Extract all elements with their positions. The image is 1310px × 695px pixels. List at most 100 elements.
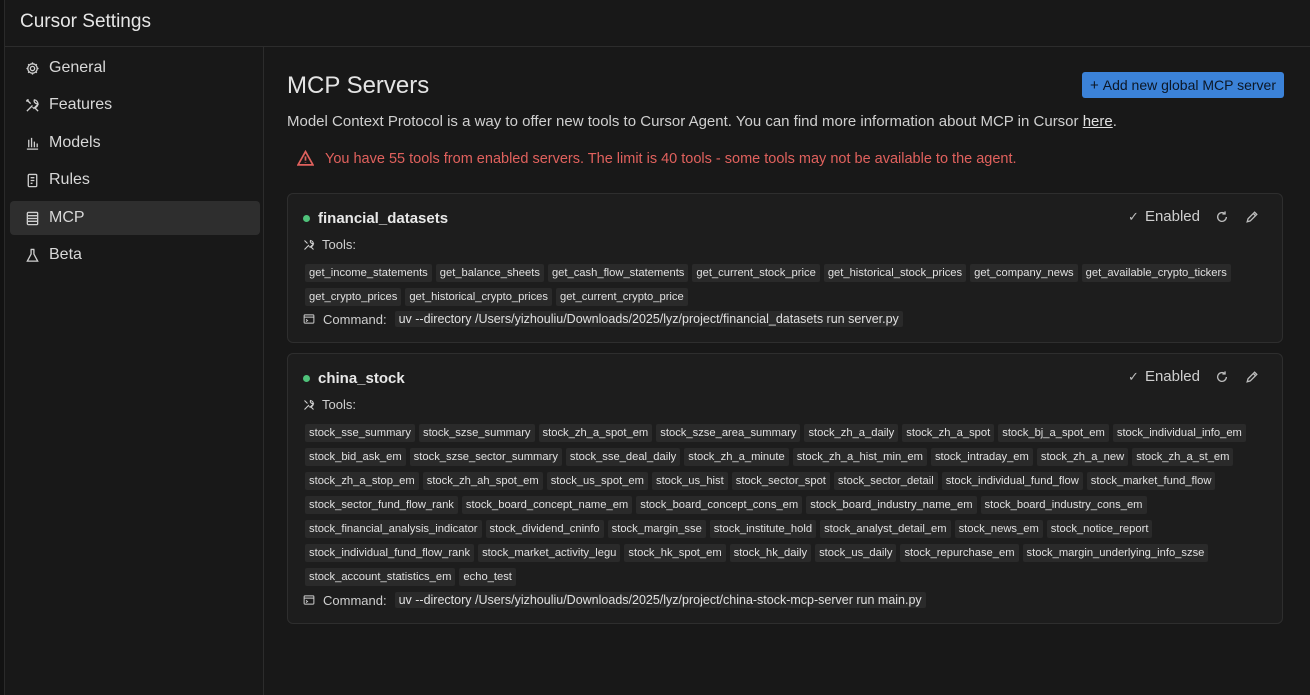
command-label: Command: [323,311,387,327]
gear-icon [24,60,40,76]
server-header: china_stock [303,370,405,387]
sidebar-item-label: Rules [49,171,90,188]
terminal-icon [303,314,315,324]
tools-icon [304,399,315,410]
tool-chip: get_current_crypto_price [555,288,688,306]
tool-chips: stock_sse_summary stock_szse_summary sto… [305,424,1265,586]
tools-label: Tools: [303,397,356,412]
add-button-label: Add new global MCP server [1102,77,1277,93]
tool-chip: stock_zh_ah_spot_em [422,472,543,490]
tool-chip: stock_board_industry_name_em [806,496,977,514]
status-dot [303,375,310,382]
enabled-toggle[interactable]: ✓ Enabled [1128,208,1200,225]
enabled-label: Enabled [1144,208,1200,225]
tool-chip: stock_account_statistics_em [305,568,456,586]
tool-chip: stock_zh_a_spot_em [538,424,653,442]
sidebar-item-mcp[interactable]: MCP [10,201,260,235]
warning-text: You have 55 tools from enabled servers. … [325,150,1017,167]
check-icon: ✓ [1128,208,1139,224]
tool-chip: stock_institute_hold [709,520,817,538]
tool-chip: get_historical_stock_prices [823,264,967,282]
page-title: MCP Servers [287,72,430,99]
tool-chip: stock_zh_a_daily [804,424,899,442]
sidebar-item-label: General [49,59,106,76]
tools-label-text: Tools: [322,237,356,252]
tool-chip: stock_hk_spot_em [624,544,726,562]
tool-chips: get_income_statements get_balance_sheets… [305,264,1265,306]
tool-chip: stock_szse_area_summary [656,424,801,442]
tool-chip: stock_individual_info_em [1112,424,1246,442]
tools-label: Tools: [303,237,356,252]
tool-chip: get_cash_flow_statements [547,264,689,282]
tool-chip: stock_margin_underlying_info_szse [1022,544,1209,562]
command-row: Command: uv --directory /Users/yizhouliu… [303,311,903,327]
tool-chip: get_crypto_prices [305,288,402,306]
tool-chip: stock_us_hist [651,472,728,490]
sidebar-item-general[interactable]: General [10,51,260,85]
server-card-financial-datasets: financial_datasets ✓ Enabled Tools: get_… [287,193,1283,343]
tool-chip: stock_zh_a_stop_em [305,472,419,490]
tool-chip: stock_repurchase_em [900,544,1019,562]
server-actions: ✓ Enabled [1128,368,1260,385]
tool-chip: stock_zh_a_hist_min_em [792,448,927,466]
add-global-mcp-server-button[interactable]: + Add new global MCP server [1082,72,1284,98]
tool-chip: stock_sector_spot [731,472,830,490]
sidebar-item-features[interactable]: Features [10,88,260,122]
server-name: china_stock [318,370,405,387]
warning-icon [297,150,314,166]
refresh-icon[interactable] [1214,209,1230,225]
enabled-toggle[interactable]: ✓ Enabled [1128,368,1200,385]
tool-chip: stock_margin_sse [607,520,706,538]
tool-chip: echo_test [459,568,516,586]
flask-icon [24,247,40,263]
description-end: . [1112,113,1117,130]
sidebar-item-models[interactable]: Models [10,126,260,160]
tools-icon [304,239,315,250]
edit-pencil-icon[interactable] [1244,209,1260,225]
command-row: Command: uv --directory /Users/yizhouliu… [303,592,926,608]
edit-pencil-icon[interactable] [1244,369,1260,385]
tool-chip: stock_bj_a_spot_em [998,424,1109,442]
tool-chip: get_income_statements [305,264,432,282]
tool-chip: stock_market_activity_legu [478,544,621,562]
tool-chip: stock_individual_fund_flow_rank [305,544,475,562]
tool-chip: stock_individual_fund_flow [941,472,1083,490]
tool-chip: stock_sse_deal_daily [565,448,681,466]
tool-chip: stock_financial_analysis_indicator [305,520,482,538]
tool-chip: get_historical_crypto_prices [405,288,552,306]
tool-chip: stock_zh_a_spot [902,424,995,442]
tool-chip: stock_szse_sector_summary [409,448,562,466]
terminal-icon [303,595,315,605]
tool-chip: stock_us_spot_em [546,472,648,490]
enabled-label: Enabled [1144,368,1200,385]
tool-chip: stock_intraday_em [930,448,1033,466]
tool-chip: get_balance_sheets [435,264,544,282]
tool-chip: stock_zh_a_st_em [1132,448,1234,466]
server-card-china-stock: china_stock ✓ Enabled Tools: stock_sse_s… [287,353,1283,624]
tool-chip: stock_board_concept_cons_em [636,496,803,514]
settings-header: Cursor Settings [5,0,1310,47]
server-name: financial_datasets [318,210,449,227]
refresh-icon[interactable] [1214,369,1230,385]
sidebar: General Features Models Rules MCP Beta [5,47,264,695]
sidebar-item-rules[interactable]: Rules [10,163,260,197]
tool-chip: get_company_news [970,264,1078,282]
server-actions: ✓ Enabled [1128,208,1260,225]
tool-chip: get_available_crypto_tickers [1081,264,1231,282]
status-dot [303,215,310,222]
tool-chip: get_current_stock_price [692,264,820,282]
command-value: uv --directory /Users/yizhouliu/Download… [394,592,926,608]
tool-limit-warning: You have 55 tools from enabled servers. … [297,150,1017,167]
plus-icon: + [1089,76,1099,94]
description-text: Model Context Protocol is a way to offer… [287,113,1083,130]
tool-chip: stock_us_daily [815,544,897,562]
tools-icon [24,97,40,113]
tool-chip: stock_board_concept_name_em [461,496,633,514]
tool-chip: stock_zh_a_minute [684,448,789,466]
tool-chip: stock_news_em [954,520,1043,538]
bar-chart-icon [24,135,40,151]
here-link[interactable]: here [1083,113,1113,130]
sidebar-item-beta[interactable]: Beta [10,238,260,272]
tool-chip: stock_szse_summary [418,424,535,442]
tool-chip: stock_notice_report [1046,520,1153,538]
